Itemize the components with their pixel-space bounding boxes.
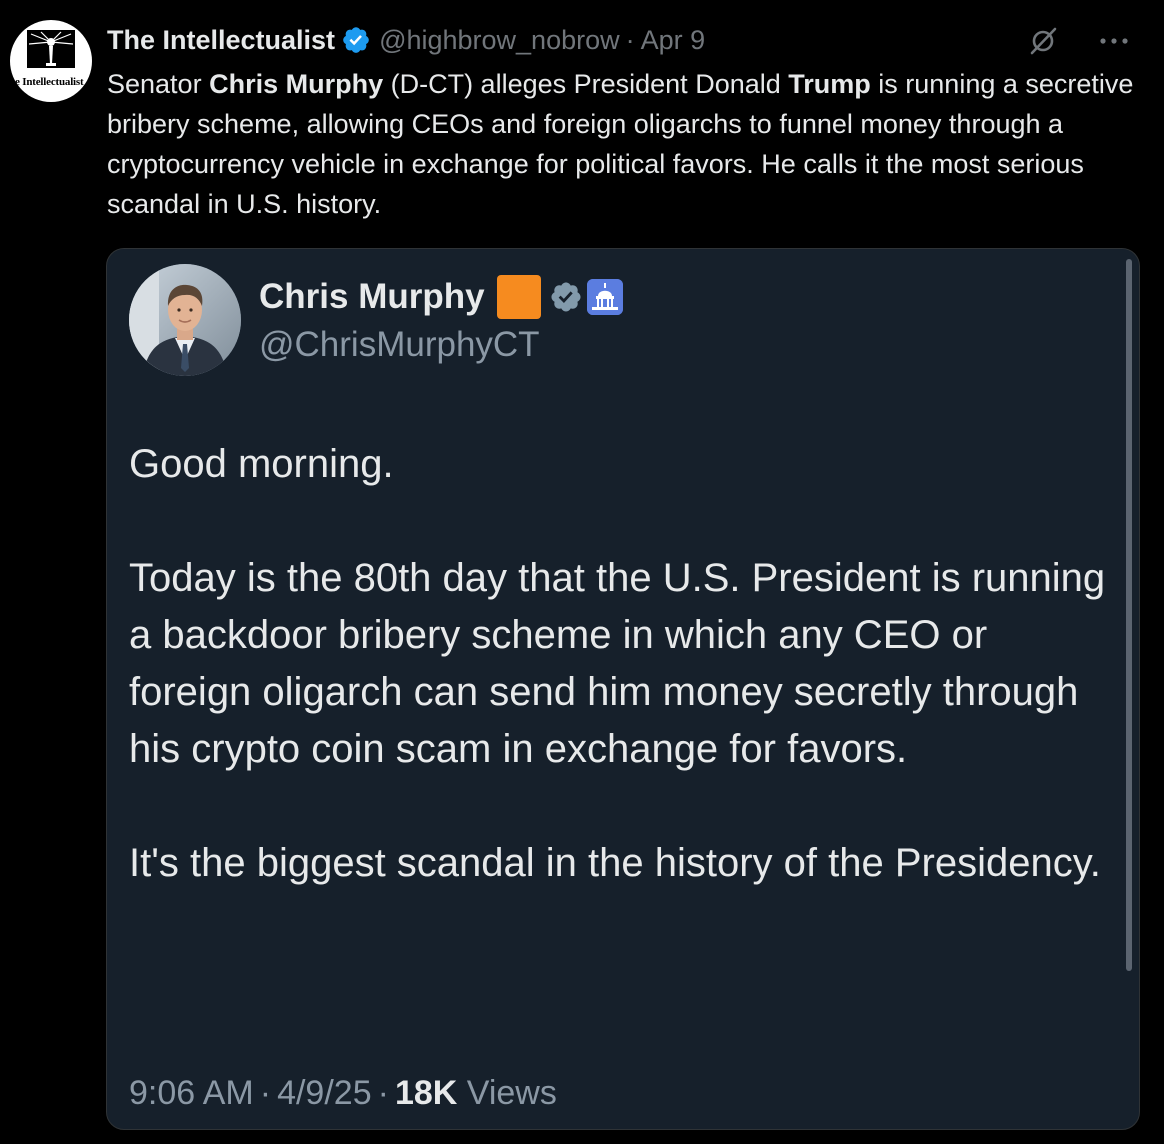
gray-verified-icon[interactable] [549, 280, 583, 314]
quoted-text-line: Good morning. [129, 442, 394, 486]
scrollbar[interactable] [1126, 259, 1132, 971]
capitol-emoji-icon [586, 279, 623, 315]
quoted-tweet-card[interactable]: Chris Murphy @ChrisMurphyCT Good morning… [106, 248, 1140, 1130]
more-options-icon[interactable] [1094, 26, 1134, 56]
quoted-text-paragraph: It's the biggest scandal in the history … [129, 841, 1101, 885]
avatar-wordmark: The Intellectualist [10, 76, 84, 88]
tweet-date[interactable]: Apr 9 [641, 22, 706, 58]
meta-separator: · [259, 1074, 272, 1112]
quoted-handle[interactable]: @ChrisMurphyCT [259, 323, 540, 367]
quoted-author-avatar[interactable] [129, 264, 241, 376]
tweet-text: Senator Chris Murphy (D-CT) alleges Pres… [107, 64, 1152, 224]
quoted-text-paragraph: Today is the 80th day that the U.S. Pres… [129, 556, 1106, 771]
lamp-logo-icon [27, 30, 75, 68]
quoted-date[interactable]: 4/9/25 [277, 1074, 372, 1112]
orange-square-emoji-icon [496, 275, 541, 319]
verified-badge-icon[interactable] [341, 25, 371, 55]
meta-separator: · [377, 1074, 389, 1112]
views-count[interactable]: 18K [395, 1074, 457, 1112]
quoted-time[interactable]: 9:06 AM [129, 1074, 254, 1112]
tweet-header: The Intellectualist @highbrow_nobrow · A… [107, 22, 705, 58]
header-separator: · [625, 25, 635, 55]
grok-icon[interactable] [1028, 26, 1058, 56]
tweet-text-part: (D-CT) alleges President Donald [383, 69, 789, 99]
views-label: Views [457, 1074, 557, 1112]
mention-chris-murphy: Chris Murphy [209, 69, 384, 99]
author-avatar[interactable]: The Intellectualist [10, 20, 92, 102]
quoted-tweet-meta: 9:06 AM · 4/9/25 · 18K Views [129, 1071, 557, 1115]
quoted-display-name[interactable]: Chris Murphy [259, 277, 485, 317]
quoted-tweet-text: Good morning. Today is the 80th day that… [129, 436, 1109, 892]
author-handle[interactable]: @highbrow_nobrow [379, 22, 620, 58]
author-display-name[interactable]: The Intellectualist [107, 22, 335, 58]
tweet[interactable]: The Intellectualist The Intellectualist … [0, 0, 1164, 1144]
mention-trump: Trump [788, 69, 871, 99]
quoted-name-row: Chris Murphy [259, 273, 623, 321]
tweet-text-part: Senator [107, 69, 210, 99]
